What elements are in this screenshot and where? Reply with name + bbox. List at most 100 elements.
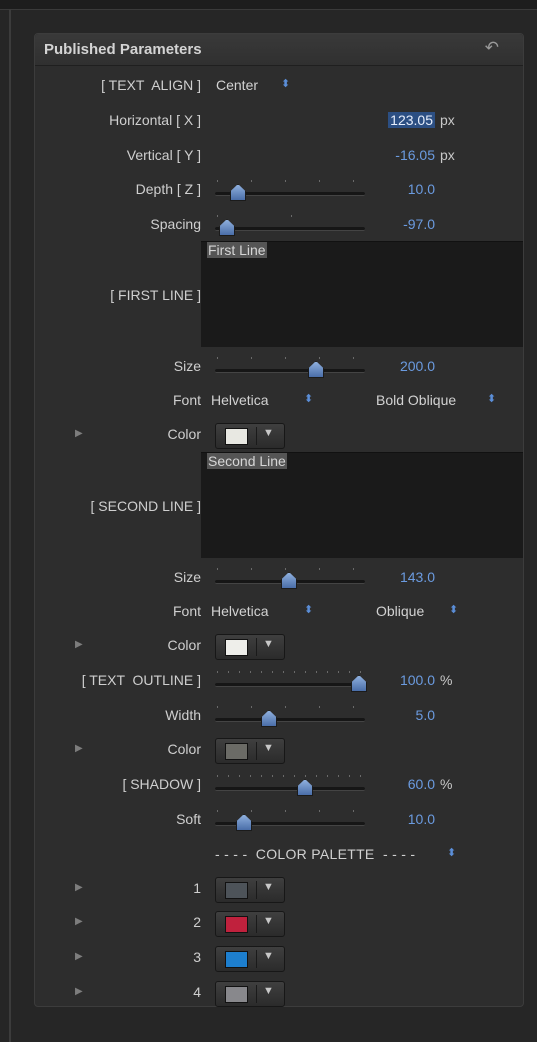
- disclosure-triangle-icon[interactable]: ▶: [75, 428, 83, 439]
- up-down-arrows-icon[interactable]: ⬍: [304, 392, 313, 405]
- text-align-popup[interactable]: Center: [216, 77, 258, 93]
- palette-color-well-4[interactable]: ▼: [215, 981, 285, 1007]
- depth-value[interactable]: 10.0: [408, 181, 435, 197]
- disclosure-triangle-icon[interactable]: ▶: [75, 916, 83, 927]
- size-label: Size: [173, 358, 201, 374]
- slider-ticks: [217, 808, 363, 814]
- palette-item-2: ▶ 2 ▼: [35, 911, 523, 937]
- reset-arrow-icon[interactable]: ↶: [485, 38, 499, 58]
- font-family-popup-1[interactable]: Helvetica: [211, 392, 269, 408]
- color-well-3[interactable]: ▼: [215, 738, 285, 764]
- width-slider[interactable]: [215, 704, 365, 728]
- disclosure-triangle-icon[interactable]: ▶: [75, 882, 83, 893]
- horizontal-label: Horizontal [ X ]: [109, 112, 201, 128]
- swatch-divider: [256, 881, 257, 899]
- up-down-arrows-icon[interactable]: ⬍: [487, 392, 496, 405]
- disclosure-triangle-icon[interactable]: ▶: [75, 639, 83, 650]
- dropdown-arrow-icon[interactable]: ▼: [263, 950, 274, 962]
- palette-color-well-3[interactable]: ▼: [215, 946, 285, 972]
- disclosure-triangle-icon[interactable]: ▶: [75, 951, 83, 962]
- color-row-3: ▶ Color ▼: [35, 738, 523, 764]
- color-chip: [225, 882, 248, 899]
- disclosure-triangle-icon[interactable]: ▶: [75, 743, 83, 754]
- soft-row: Soft 10.0: [35, 808, 523, 832]
- color-label: Color: [167, 741, 201, 757]
- published-parameters-panel: Published Parameters ↶ [ TEXT ALIGN ] Ce…: [34, 33, 524, 1007]
- slider-track: [215, 369, 365, 373]
- swatch-divider: [256, 915, 257, 933]
- spacing-label: Spacing: [150, 216, 201, 232]
- depth-row: Depth [ Z ] 10.0: [35, 178, 523, 202]
- up-down-arrows-icon[interactable]: ⬍: [281, 77, 290, 90]
- width-value[interactable]: 5.0: [416, 707, 435, 723]
- size-slider-1[interactable]: [215, 355, 365, 379]
- horizontal-value[interactable]: 123.05: [388, 112, 435, 128]
- slider-thumb[interactable]: [281, 572, 297, 589]
- font-family-popup-2[interactable]: Helvetica: [211, 603, 269, 619]
- slider-thumb[interactable]: [261, 710, 277, 727]
- color-row-2: ▶ Color ▼: [35, 634, 523, 660]
- width-label: Width: [165, 707, 201, 723]
- palette-color-well-1[interactable]: ▼: [215, 877, 285, 903]
- first-line-label: [ FIRST LINE ]: [110, 287, 201, 303]
- color-chip: [225, 743, 248, 760]
- slider-ticks: [217, 704, 363, 710]
- slider-ticks: [217, 566, 363, 572]
- slider-thumb[interactable]: [236, 814, 252, 831]
- swatch-divider: [256, 950, 257, 968]
- dropdown-arrow-icon[interactable]: ▼: [263, 638, 274, 650]
- slider-ticks: [217, 355, 363, 361]
- dropdown-arrow-icon[interactable]: ▼: [263, 985, 274, 997]
- font-label: Font: [172, 392, 201, 408]
- text-align-label: [ TEXT ALIGN ]: [101, 77, 201, 93]
- palette-item-3: ▶ 3 ▼: [35, 946, 523, 972]
- color-row-1: ▶ Color ▼: [35, 423, 523, 449]
- color-palette-popup[interactable]: - - - - COLOR PALETTE - - - -: [215, 846, 415, 862]
- dropdown-arrow-icon[interactable]: ▼: [263, 881, 274, 893]
- depth-slider[interactable]: [215, 178, 365, 202]
- dropdown-arrow-icon[interactable]: ▼: [263, 915, 274, 927]
- vertical-value[interactable]: -16.05: [395, 147, 435, 163]
- disclosure-triangle-icon[interactable]: ▶: [75, 986, 83, 997]
- shadow-value[interactable]: 60.0: [408, 776, 435, 792]
- palette-item-1: ▶ 1 ▼: [35, 877, 523, 903]
- first-line-row: [ FIRST LINE ]: [35, 284, 523, 308]
- size-row-2: Size 143.0: [35, 566, 523, 590]
- slider-thumb[interactable]: [351, 675, 367, 692]
- dropdown-arrow-icon[interactable]: ▼: [263, 427, 274, 439]
- text-outline-label: [ TEXT OUTLINE ]: [81, 672, 201, 688]
- spacing-value[interactable]: -97.0: [403, 216, 435, 232]
- slider-thumb[interactable]: [297, 779, 313, 796]
- color-chip: [225, 639, 248, 656]
- size-value-2[interactable]: 143.0: [400, 569, 435, 585]
- text-align-row: [ TEXT ALIGN ] Center ⬍: [35, 74, 523, 98]
- text-outline-value[interactable]: 100.0: [400, 672, 435, 688]
- shadow-slider[interactable]: [215, 773, 365, 797]
- color-chip: [225, 986, 248, 1003]
- width-row: Width 5.0: [35, 704, 523, 728]
- up-down-arrows-icon[interactable]: ⬍: [447, 846, 456, 859]
- spacing-slider[interactable]: [215, 213, 365, 237]
- dropdown-arrow-icon[interactable]: ▼: [263, 742, 274, 754]
- palette-color-well-2[interactable]: ▼: [215, 911, 285, 937]
- text-outline-slider[interactable]: [215, 669, 367, 693]
- color-well-2[interactable]: ▼: [215, 634, 285, 660]
- first-line-text: First Line: [207, 242, 267, 258]
- font-style-popup-2[interactable]: Oblique: [376, 603, 424, 619]
- size-value-1[interactable]: 200.0: [400, 358, 435, 374]
- up-down-arrows-icon[interactable]: ⬍: [449, 603, 458, 616]
- horizontal-unit: px: [440, 112, 455, 128]
- soft-label: Soft: [176, 811, 201, 827]
- shadow-row: [ SHADOW ] 60.0 %: [35, 773, 523, 797]
- size-slider-2[interactable]: [215, 566, 365, 590]
- up-down-arrows-icon[interactable]: ⬍: [304, 603, 313, 616]
- color-label: Color: [167, 426, 201, 442]
- slider-thumb[interactable]: [230, 184, 246, 201]
- palette-item-label: 1: [193, 880, 201, 896]
- slider-thumb[interactable]: [308, 361, 324, 378]
- slider-thumb[interactable]: [219, 219, 235, 236]
- soft-value[interactable]: 10.0: [408, 811, 435, 827]
- soft-slider[interactable]: [215, 808, 365, 832]
- color-well-1[interactable]: ▼: [215, 423, 285, 449]
- font-style-popup-1[interactable]: Bold Oblique: [376, 392, 456, 408]
